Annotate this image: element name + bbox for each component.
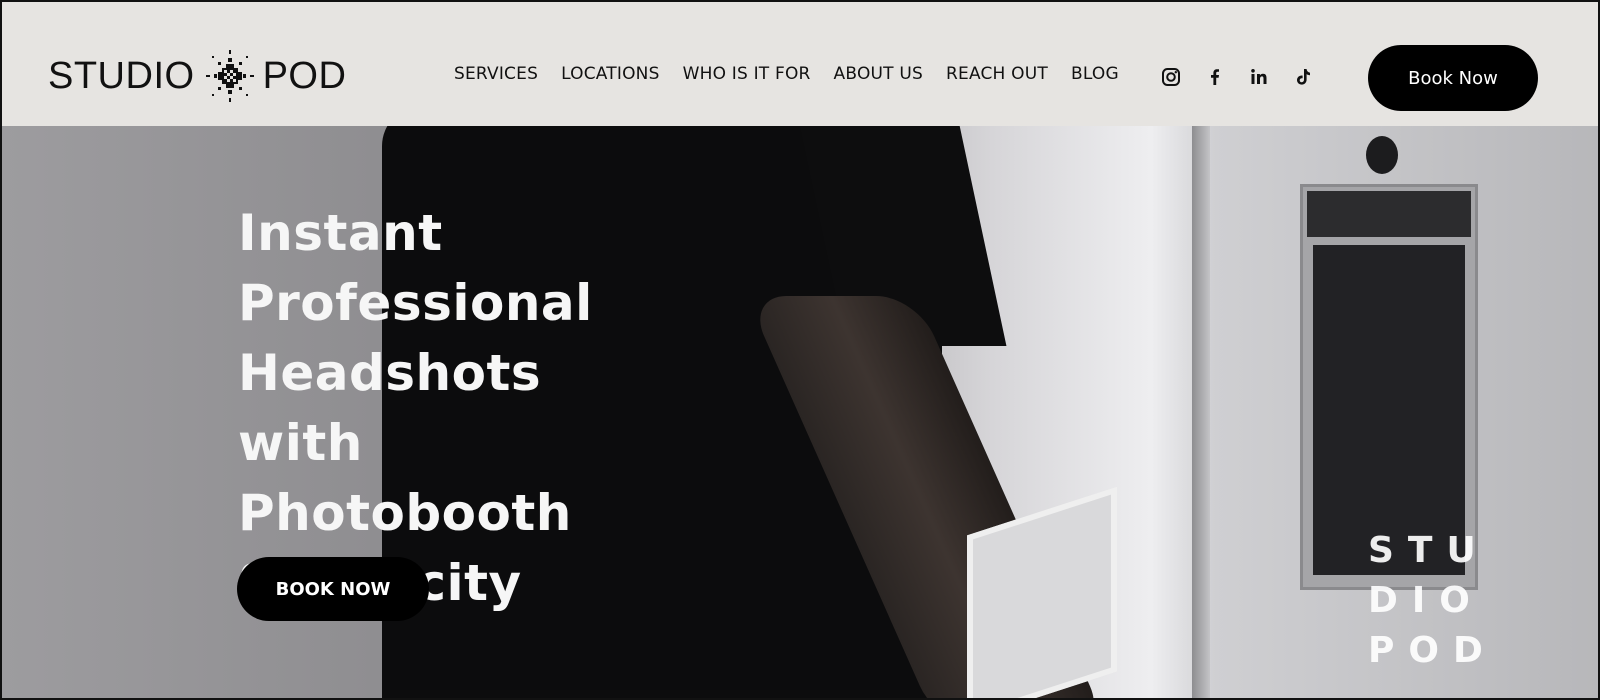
instagram-icon[interactable] [1160, 66, 1182, 88]
booth-camera [1366, 136, 1398, 174]
studio-pod-watermark: STU DIO POD [1368, 526, 1497, 676]
hero-headline-line: Professional [238, 274, 593, 332]
main-nav: SERVICES LOCATIONS WHO IS IT FOR ABOUT U… [454, 64, 1119, 84]
hero-headline-line: Headshots with [238, 344, 542, 472]
nav-item-blog[interactable]: BLOG [1071, 64, 1119, 84]
hero-headline-line: Instant [238, 204, 443, 262]
nav-item-reach-out[interactable]: REACH OUT [946, 64, 1048, 84]
book-now-button[interactable]: Book Now [1368, 45, 1538, 111]
starburst-logo-icon [205, 50, 254, 102]
watermark-line: STU [1368, 530, 1490, 571]
nav-item-locations[interactable]: LOCATIONS [561, 64, 660, 84]
booth-door-edge [1192, 126, 1210, 698]
watermark-line: POD [1368, 630, 1497, 671]
logo-text-left: STUDIO [48, 54, 195, 97]
studio-pod-logo[interactable]: STUDIO POD [48, 46, 346, 106]
nav-item-services[interactable]: SERVICES [454, 64, 538, 84]
site-header: STUDIO POD SERVICES LOCATIONS WHO IS IT … [2, 2, 1598, 126]
facebook-icon[interactable] [1204, 66, 1226, 88]
watermark-line: DIO [1368, 580, 1484, 621]
page-frame: STU DIO POD SERVICES LOCATIONS WHO IS IT … [0, 0, 1600, 700]
hero-book-now-button[interactable]: BOOK NOW [237, 557, 429, 621]
social-links [1160, 66, 1314, 88]
linkedin-icon[interactable] [1248, 66, 1270, 88]
hero-section: Instant Professional Headshots with Phot… [2, 126, 1598, 698]
tiktok-icon[interactable] [1292, 66, 1314, 88]
nav-item-who-is-it-for[interactable]: WHO IS IT FOR [683, 64, 811, 84]
logo-text-right: POD [262, 54, 347, 97]
hero-headline: Instant Professional Headshots with Phot… [238, 198, 658, 618]
hero-headline-line: Photobooth [238, 484, 572, 542]
nav-item-about-us[interactable]: ABOUT US [834, 64, 923, 84]
booth-panel-header [1307, 191, 1471, 237]
